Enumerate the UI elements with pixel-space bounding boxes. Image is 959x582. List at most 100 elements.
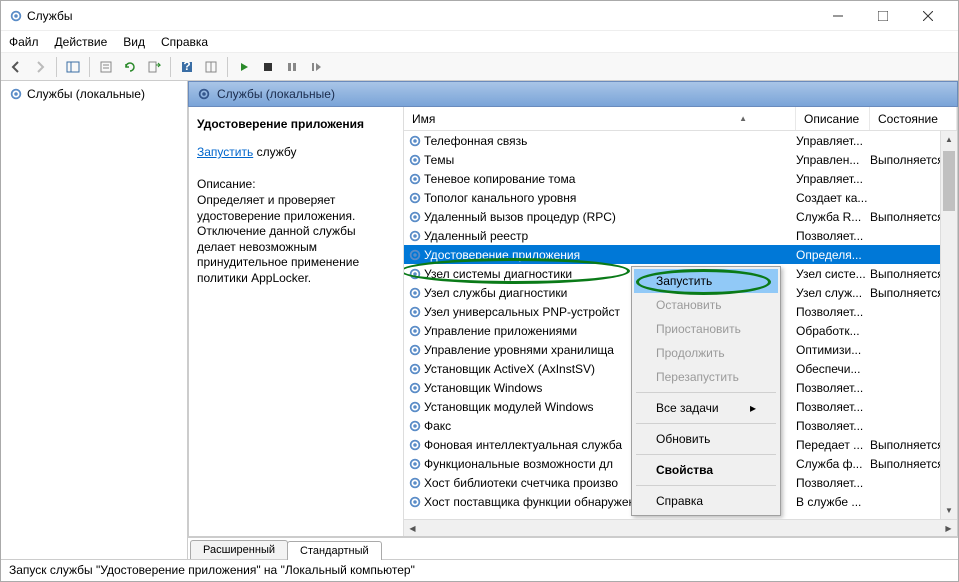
column-header-description[interactable]: Описание — [796, 107, 870, 130]
table-row[interactable]: Удаленный реестрПозволяет... — [404, 226, 957, 245]
tree-node-services-local[interactable]: Службы (локальные) — [5, 85, 183, 103]
tab-extended[interactable]: Расширенный — [190, 540, 288, 559]
cell-description: Позволяет... — [796, 229, 870, 243]
gear-icon — [406, 286, 424, 300]
menu-view[interactable]: Вид — [123, 35, 145, 49]
submenu-arrow-icon: ▸ — [750, 401, 756, 415]
context-item-start[interactable]: Запустить — [634, 269, 778, 293]
context-item-pause[interactable]: Приостановить — [634, 317, 778, 341]
cell-description: Управляет... — [796, 172, 870, 186]
back-button[interactable] — [5, 56, 27, 78]
gear-icon — [406, 210, 424, 224]
help-button[interactable]: ? — [176, 56, 198, 78]
cell-description: Позволяет... — [796, 381, 870, 395]
context-item-resume[interactable]: Продолжить — [634, 341, 778, 365]
titlebar: Службы — [1, 1, 958, 31]
scroll-left-icon[interactable]: ◀ — [404, 520, 421, 536]
cell-description: Узел служ... — [796, 286, 870, 300]
scroll-thumb[interactable] — [943, 151, 955, 211]
gear-icon — [406, 362, 424, 376]
main-area: Службы (локальные) Службы (локальные) Уд… — [1, 81, 958, 559]
context-menu: Запустить Остановить Приостановить Продо… — [631, 266, 781, 516]
menu-file[interactable]: Файл — [9, 35, 39, 49]
cell-description: В службе ... — [796, 495, 870, 509]
gear-icon — [406, 381, 424, 395]
start-service-line: Запустить службу — [197, 145, 393, 159]
gear-icon — [406, 324, 424, 338]
pause-service-button[interactable] — [281, 56, 303, 78]
scroll-up-icon[interactable]: ▲ — [941, 131, 957, 148]
forward-button[interactable] — [29, 56, 51, 78]
start-service-suffix: службу — [253, 145, 296, 159]
cell-description: Управлен... — [796, 153, 870, 167]
context-item-help[interactable]: Справка — [634, 489, 778, 513]
table-row[interactable]: Телефонная связьУправляет... — [404, 131, 957, 150]
cell-name: Телефонная связь — [424, 134, 796, 148]
column-header-state[interactable]: Состояние — [870, 107, 957, 130]
maximize-button[interactable] — [860, 2, 905, 30]
start-service-button[interactable] — [233, 56, 255, 78]
export-button[interactable] — [143, 56, 165, 78]
cell-name: Удаленный вызов процедур (RPC) — [424, 210, 796, 224]
cell-description: Позволяет... — [796, 400, 870, 414]
scroll-right-icon[interactable]: ▶ — [940, 520, 957, 536]
gear-icon — [406, 229, 424, 243]
refresh-button[interactable] — [119, 56, 141, 78]
menu-help[interactable]: Справка — [161, 35, 208, 49]
cell-description: Управляет... — [796, 134, 870, 148]
context-item-alltasks[interactable]: Все задачи▸ — [634, 396, 778, 420]
right-panel: Службы (локальные) Удостоверение приложе… — [188, 81, 958, 559]
context-item-stop[interactable]: Остановить — [634, 293, 778, 317]
context-item-properties[interactable]: Свойства — [634, 458, 778, 482]
start-service-link[interactable]: Запустить — [197, 145, 253, 159]
window-title: Службы — [23, 9, 815, 23]
stop-service-button[interactable] — [257, 56, 279, 78]
gear-icon — [406, 457, 424, 471]
vertical-scrollbar[interactable]: ▲ ▼ — [940, 131, 957, 519]
show-hide-tree-button[interactable] — [62, 56, 84, 78]
cell-description: Обеспечи... — [796, 362, 870, 376]
selected-service-name: Удостоверение приложения — [197, 117, 393, 131]
service-list-panel: Имя▲ Описание Состояние Запустить Остано… — [404, 107, 957, 536]
gear-icon — [406, 476, 424, 490]
cell-description: Служба ф... — [796, 457, 870, 471]
detail-panel: Удостоверение приложения Запустить служб… — [189, 107, 404, 536]
restart-service-button[interactable] — [305, 56, 327, 78]
cell-name: Темы — [424, 153, 796, 167]
scroll-down-icon[interactable]: ▼ — [941, 502, 957, 519]
table-row[interactable]: Тополог канального уровняСоздает ка... — [404, 188, 957, 207]
cell-description: Передает ... — [796, 438, 870, 452]
cell-name: Удаленный реестр — [424, 229, 796, 243]
list-body: Запустить Остановить Приостановить Продо… — [404, 131, 957, 519]
table-row[interactable]: Удостоверение приложенияОпределя... — [404, 245, 957, 264]
minimize-button[interactable] — [815, 2, 860, 30]
gear-icon — [406, 134, 424, 148]
table-row[interactable]: Удаленный вызов процедур (RPC)Служба R..… — [404, 207, 957, 226]
app-icon — [9, 9, 23, 23]
gear-icon — [406, 172, 424, 186]
tab-strip: Расширенный Стандартный — [188, 537, 958, 559]
gear-icon — [406, 191, 424, 205]
menu-action[interactable]: Действие — [55, 35, 108, 49]
cell-description: Служба R... — [796, 210, 870, 224]
table-row[interactable]: Теневое копирование томаУправляет... — [404, 169, 957, 188]
cell-description: Позволяет... — [796, 419, 870, 433]
list-header: Имя▲ Описание Состояние — [404, 107, 957, 131]
context-item-restart[interactable]: Перезапустить — [634, 365, 778, 389]
horizontal-scrollbar[interactable]: ◀ ▶ — [404, 519, 957, 536]
context-item-refresh[interactable]: Обновить — [634, 427, 778, 451]
gear-icon — [406, 267, 424, 281]
close-button[interactable] — [905, 2, 950, 30]
tab-standard[interactable]: Стандартный — [287, 541, 382, 560]
cell-description: Оптимизи... — [796, 343, 870, 357]
table-row[interactable]: ТемыУправлен...Выполняется — [404, 150, 957, 169]
cell-description: Создает ка... — [796, 191, 870, 205]
column-header-name[interactable]: Имя▲ — [404, 107, 796, 130]
cell-name: Теневое копирование тома — [424, 172, 796, 186]
gear-icon — [406, 400, 424, 414]
gear-icon — [406, 495, 424, 509]
columns-button[interactable] — [200, 56, 222, 78]
properties-button[interactable] — [95, 56, 117, 78]
gear-icon — [406, 343, 424, 357]
gear-icon — [197, 87, 211, 101]
